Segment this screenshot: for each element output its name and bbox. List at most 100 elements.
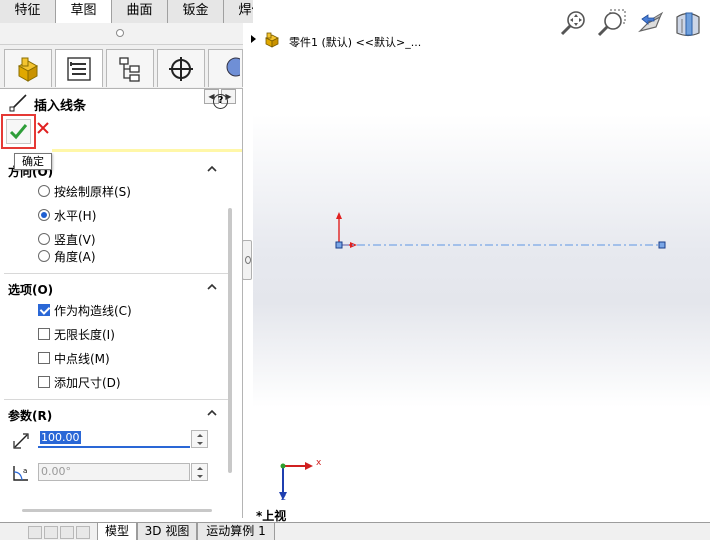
- display-manager-tab[interactable]: [208, 49, 243, 87]
- tab-surfaces[interactable]: 曲面: [112, 0, 168, 23]
- checkbox-add-dimensions[interactable]: [38, 376, 50, 388]
- chevron-up-icon[interactable]: [206, 407, 218, 419]
- line-start-point[interactable]: [335, 241, 343, 249]
- angle-value: 0.00°: [41, 465, 71, 478]
- triad-z-label: z: [281, 493, 286, 503]
- crosshair-icon: [169, 56, 193, 81]
- previous-tab-arrow-icon[interactable]: [44, 526, 58, 539]
- section-divider: [4, 273, 229, 274]
- last-tab-arrow-icon[interactable]: [76, 526, 90, 539]
- section-view-button[interactable]: [672, 7, 704, 39]
- dimxpert-tab[interactable]: [157, 49, 205, 87]
- radio-as-sketched[interactable]: [38, 185, 50, 197]
- next-tab-arrow-icon[interactable]: [60, 526, 74, 539]
- tree-expand-icon[interactable]: [251, 35, 256, 43]
- feature-tree-icon: [17, 57, 39, 82]
- options-section-heading[interactable]: 选项(O): [8, 281, 218, 299]
- panel-horizontal-scrollbar[interactable]: [22, 509, 212, 512]
- property-list-icon: [67, 56, 91, 81]
- configuration-tree-icon: [119, 56, 140, 82]
- line-tool-icon: [9, 94, 27, 112]
- orientation-option-vertical[interactable]: 竖直(V): [38, 230, 96, 248]
- radio-horizontal[interactable]: [38, 209, 50, 221]
- previous-view-icon: [638, 11, 664, 33]
- option-infinite-length[interactable]: 无限长度(I): [38, 325, 115, 343]
- panel-grip-strip[interactable]: [0, 23, 243, 45]
- tab-sketch[interactable]: 草图: [56, 0, 112, 24]
- sketch-canvas[interactable]: x z: [253, 0, 710, 522]
- graphics-viewport[interactable]: x z: [253, 0, 710, 522]
- feature-manager-tabs: ◀ ▶: [0, 45, 243, 104]
- angle-input[interactable]: 0.00°: [38, 463, 190, 481]
- tab-3d-view[interactable]: 3D 视图: [137, 523, 197, 540]
- line-end-point[interactable]: [658, 241, 666, 249]
- ok-tooltip: 确定: [14, 153, 52, 170]
- first-tab-arrow-icon[interactable]: [28, 526, 42, 539]
- part-icon: [265, 32, 279, 48]
- triad-x-arrow-icon: [305, 462, 313, 470]
- checkbox-infinite-length[interactable]: [38, 328, 50, 340]
- svg-text:a: a: [23, 467, 27, 475]
- length-input[interactable]: 100.00: [38, 430, 190, 448]
- option-add-dimensions[interactable]: 添加尺寸(D): [38, 373, 121, 391]
- configuration-manager-tab[interactable]: [106, 49, 154, 87]
- radio-angle[interactable]: [38, 250, 50, 262]
- zoom-to-area-button[interactable]: [596, 7, 628, 39]
- orientation-option-angle[interactable]: 角度(A): [38, 247, 96, 265]
- chevron-up-icon[interactable]: [206, 163, 218, 175]
- option-for-construction[interactable]: 作为构造线(C): [38, 301, 132, 319]
- section-divider: [4, 399, 229, 400]
- checkbox-midpoint-line[interactable]: [38, 352, 50, 364]
- orientation-option-as-sketched[interactable]: 按绘制原样(S): [38, 182, 131, 200]
- option-label: 竖直(V): [54, 232, 96, 247]
- tab-model[interactable]: 模型: [97, 523, 137, 540]
- zoom-to-fit-button[interactable]: [558, 7, 590, 39]
- previous-view-button[interactable]: [634, 7, 666, 39]
- property-manager-title: 插入线条: [34, 99, 87, 114]
- option-label: 中点线(M): [54, 351, 110, 366]
- angle-spinner[interactable]: [191, 463, 208, 481]
- tab-sheet-metal[interactable]: 钣金: [168, 0, 224, 23]
- length-spinner[interactable]: [191, 430, 208, 448]
- angle-dimension-icon: a: [13, 466, 28, 481]
- options-heading-label: 选项(O): [8, 283, 54, 297]
- checkbox-for-construction[interactable]: [38, 304, 50, 316]
- option-label: 按绘制原样(S): [54, 184, 131, 199]
- ok-highlight-box: [1, 114, 36, 149]
- part-name-label[interactable]: 零件1 (默认) <<默认>_...: [289, 34, 421, 50]
- tab-features[interactable]: 特征: [0, 0, 56, 23]
- origin-y-arrow-icon: [336, 212, 342, 219]
- option-label: 添加尺寸(D): [54, 375, 121, 390]
- option-label: 水平(H): [54, 208, 97, 223]
- triad-x-label: x: [316, 458, 322, 468]
- option-midpoint-line[interactable]: 中点线(M): [38, 349, 110, 367]
- option-label: 角度(A): [54, 249, 96, 264]
- property-manager-panel: ◀ ▶ 插入线条 ? 确定 方向(O) 按绘制原样(S) 水平(H) 竖直(V)…: [0, 23, 243, 518]
- panel-collapse-handle[interactable]: [242, 240, 252, 280]
- property-manager-header: 插入线条 ?: [0, 90, 243, 116]
- close-icon: [37, 122, 49, 134]
- chevron-up-icon[interactable]: [206, 281, 218, 293]
- checkmark-icon: [9, 124, 28, 140]
- property-manager-tab[interactable]: [55, 49, 103, 87]
- tab-motion-study[interactable]: 运动算例 1: [197, 523, 275, 540]
- option-label: 作为构造线(C): [54, 303, 132, 318]
- help-icon[interactable]: ?: [213, 94, 228, 109]
- radio-vertical[interactable]: [38, 233, 50, 245]
- heads-up-view-toolbar: [558, 7, 704, 41]
- sphere-icon: [226, 57, 240, 76]
- option-label: 无限长度(I): [54, 327, 115, 342]
- cancel-button[interactable]: [35, 119, 51, 137]
- panel-scrollbar[interactable]: [228, 208, 232, 473]
- section-view-icon: [676, 12, 700, 37]
- bottom-tab-strip: 模型 3D 视图 运动算例 1: [0, 522, 710, 540]
- length-value: 100.00: [40, 431, 81, 444]
- parameters-heading-label: 参数(R): [8, 409, 53, 423]
- feature-tree-tab[interactable]: [4, 49, 52, 87]
- zoom-to-area-icon: [597, 9, 626, 37]
- message-strip: [52, 149, 242, 152]
- ok-button[interactable]: [6, 119, 31, 144]
- parameters-section-heading[interactable]: 参数(R): [8, 407, 218, 425]
- triad-y-icon: [280, 463, 286, 469]
- orientation-option-horizontal[interactable]: 水平(H): [38, 206, 96, 224]
